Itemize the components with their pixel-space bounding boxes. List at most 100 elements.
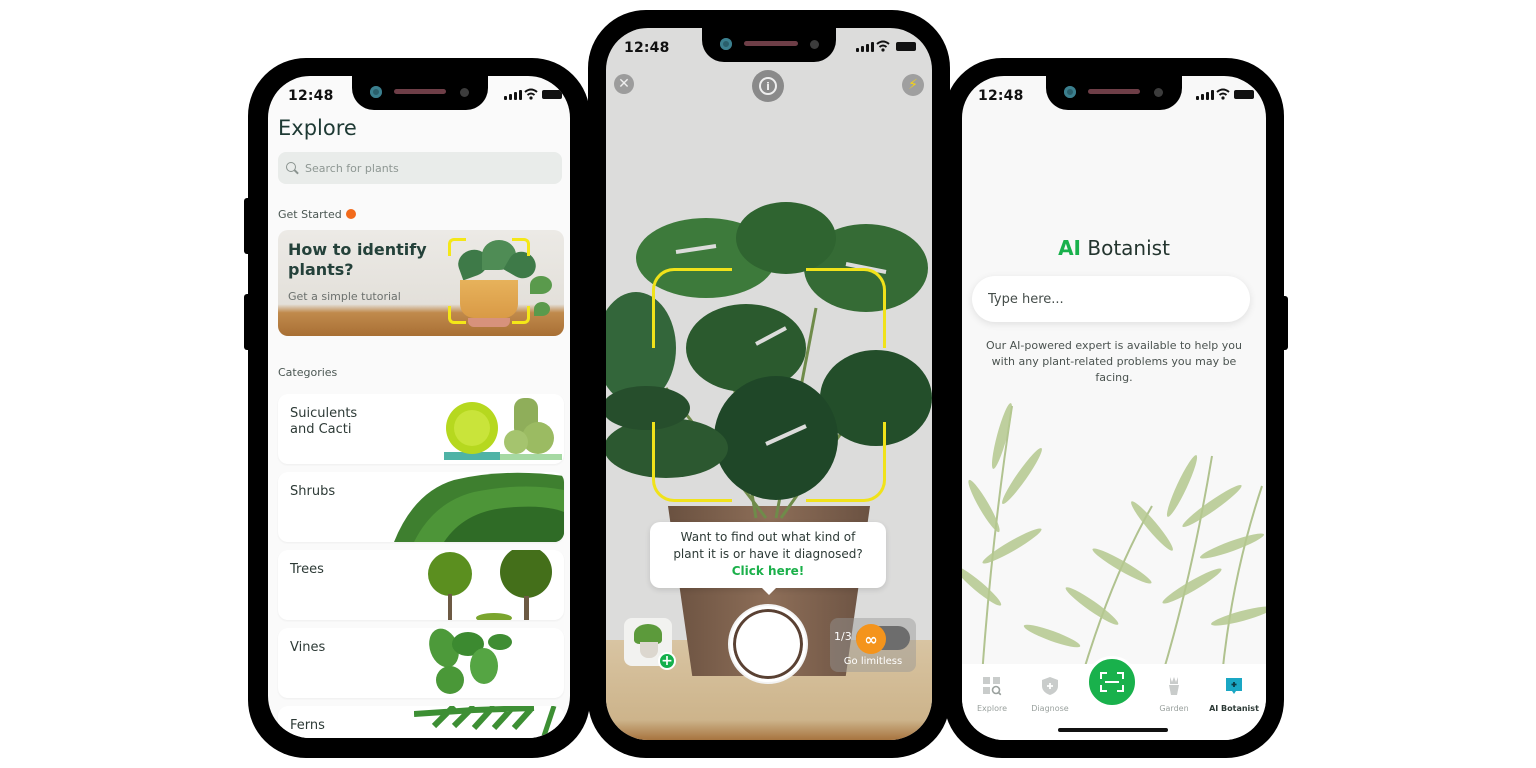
category-card-trees[interactable]: Trees bbox=[278, 550, 564, 620]
sensor bbox=[1154, 88, 1163, 97]
phone-camera: 12:48 ✕ i ⚡ Want to find out what kind o… bbox=[588, 10, 950, 758]
tab-label: Garden bbox=[1159, 704, 1189, 713]
scan-corner bbox=[512, 238, 530, 256]
get-started-label: Get Started bbox=[278, 208, 342, 221]
speaker bbox=[394, 89, 446, 94]
scan-button[interactable] bbox=[1086, 656, 1138, 708]
tab-ai-botanist[interactable]: AI Botanist bbox=[1204, 676, 1264, 713]
tutorial-card[interactable]: How to identify plants? Get a simple tut… bbox=[278, 230, 564, 336]
battery-icon bbox=[896, 42, 916, 51]
signal-icon bbox=[1196, 90, 1214, 100]
tooltip-line-2: plant it is or have it diagnosed? bbox=[673, 547, 863, 561]
palm-background-image bbox=[962, 403, 1266, 676]
go-limitless-label: Go limitless bbox=[843, 656, 903, 667]
search-icon bbox=[286, 161, 299, 175]
status-time: 12:48 bbox=[978, 88, 1024, 104]
page-title: AI Botanist bbox=[962, 236, 1266, 260]
category-label: Shrubs bbox=[290, 484, 336, 499]
info-button[interactable]: i bbox=[752, 70, 784, 102]
category-card-vines[interactable]: Vines bbox=[278, 628, 564, 698]
signal-icon bbox=[504, 90, 522, 100]
tutorial-plant-image bbox=[438, 236, 560, 330]
volume-up-button bbox=[244, 198, 252, 254]
get-started-heading: Get Started bbox=[278, 208, 356, 221]
front-camera bbox=[1064, 86, 1076, 98]
categories-heading: Categories bbox=[278, 366, 338, 379]
diagnose-shield-icon bbox=[1042, 677, 1058, 695]
battery-icon bbox=[542, 90, 562, 99]
scan-corner bbox=[448, 306, 466, 324]
category-label: Suiculents and Cacti bbox=[290, 406, 358, 437]
scan-corner bbox=[448, 238, 466, 256]
category-card-shrubs[interactable]: Shrubs bbox=[278, 472, 564, 542]
search-bar[interactable] bbox=[278, 152, 562, 184]
info-icon: i bbox=[759, 77, 777, 95]
tutorial-title: How to identify plants? bbox=[288, 240, 427, 279]
title-accent: AI bbox=[1058, 236, 1081, 260]
identify-tooltip[interactable]: Want to find out what kind of plant it i… bbox=[650, 522, 886, 595]
flash-icon: ⚡ bbox=[908, 77, 918, 93]
vine-image bbox=[429, 628, 512, 694]
sensor bbox=[460, 88, 469, 97]
shrub-image bbox=[394, 472, 564, 542]
tab-garden[interactable]: Garden bbox=[1144, 676, 1204, 713]
speaker bbox=[1088, 89, 1140, 94]
category-card-ferns[interactable]: Ferns bbox=[278, 706, 564, 738]
power-button bbox=[1280, 296, 1288, 350]
status-time: 12:48 bbox=[624, 40, 670, 56]
front-camera bbox=[370, 86, 382, 98]
title-rest: Botanist bbox=[1081, 236, 1170, 260]
scan-icon bbox=[1100, 672, 1124, 692]
close-icon: ✕ bbox=[618, 76, 630, 92]
scan-count: 1/3 bbox=[834, 630, 852, 643]
go-limitless-toggle[interactable]: 1/3 ∞ Go limitless bbox=[830, 618, 916, 672]
tab-label: Diagnose bbox=[1031, 704, 1069, 713]
category-card-succulents[interactable]: Suiculents and Cacti bbox=[278, 394, 564, 464]
garden-plant-icon bbox=[1169, 677, 1179, 695]
tab-label: Explore bbox=[976, 704, 1008, 713]
ai-chat-icon bbox=[1226, 678, 1242, 694]
flash-button[interactable]: ⚡ bbox=[902, 74, 924, 96]
chat-input[interactable] bbox=[972, 276, 1250, 322]
front-camera bbox=[720, 38, 732, 50]
search-input[interactable] bbox=[305, 161, 545, 175]
scan-frame bbox=[652, 268, 886, 502]
fern-image bbox=[414, 706, 557, 737]
wifi-icon bbox=[524, 88, 538, 100]
phone-explore: 12:48 Explore Get Started How to identif… bbox=[244, 58, 590, 758]
shutter-button[interactable] bbox=[730, 606, 806, 682]
explore-screen: 12:48 Explore Get Started How to identif… bbox=[268, 76, 570, 738]
battery-icon bbox=[1234, 90, 1254, 99]
home-indicator bbox=[1058, 728, 1168, 732]
category-label: Vines bbox=[290, 640, 326, 655]
category-label: Ferns bbox=[290, 718, 325, 733]
gallery-pot bbox=[640, 642, 658, 658]
camera-screen: 12:48 ✕ i ⚡ Want to find out what kind o… bbox=[606, 28, 932, 740]
status-time: 12:48 bbox=[288, 88, 334, 104]
notch bbox=[1046, 76, 1182, 110]
explore-icon bbox=[983, 677, 1002, 696]
gallery-plant-image bbox=[634, 624, 662, 644]
cactus-image bbox=[444, 398, 562, 460]
signal-icon bbox=[856, 42, 874, 52]
wifi-icon bbox=[876, 40, 890, 52]
bottom-tab-bar: Explore Diagnose Garden AI Botanist bbox=[962, 656, 1266, 740]
speaker bbox=[744, 41, 798, 46]
click-here-link[interactable]: Click here! bbox=[650, 563, 886, 580]
notch bbox=[702, 28, 836, 62]
notification-dot bbox=[345, 209, 356, 219]
category-label: Trees bbox=[290, 562, 324, 577]
tutorial-subtitle: Get a simple tutorial bbox=[288, 290, 401, 303]
phone-ai-botanist: 12:48 AI Botanist Type here... Our AI-po… bbox=[944, 58, 1288, 758]
close-button[interactable]: ✕ bbox=[614, 74, 634, 94]
tree-image bbox=[428, 550, 552, 620]
volume-down-button bbox=[244, 294, 252, 350]
ai-botanist-screen: 12:48 AI Botanist Type here... Our AI-po… bbox=[962, 76, 1266, 740]
tab-diagnose[interactable]: Diagnose bbox=[1020, 676, 1080, 713]
sensor bbox=[810, 40, 819, 49]
tab-explore[interactable]: Explore bbox=[962, 676, 1022, 713]
tooltip-line-1: Want to find out what kind of bbox=[680, 530, 856, 544]
add-photo-button[interactable]: + bbox=[658, 652, 676, 670]
tab-label: AI Botanist bbox=[1209, 704, 1259, 713]
page-title: Explore bbox=[278, 116, 357, 140]
